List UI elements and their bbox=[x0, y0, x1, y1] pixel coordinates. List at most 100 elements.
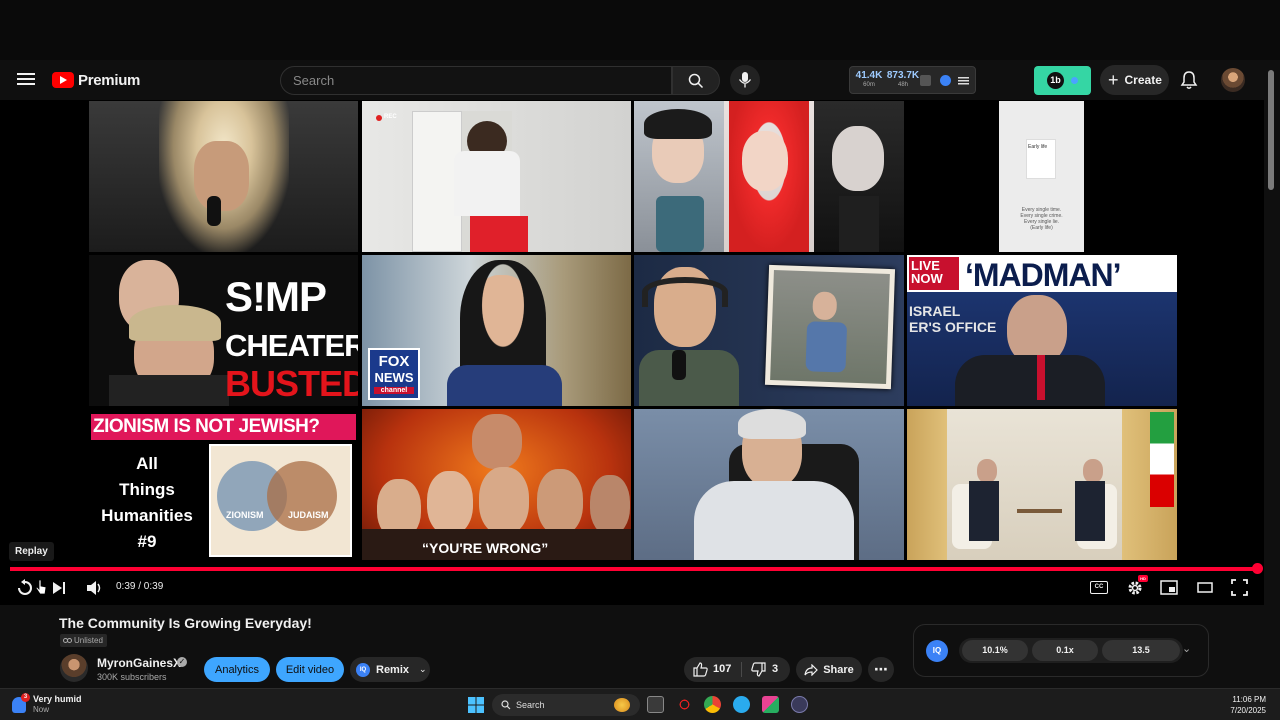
share-arrow-icon bbox=[804, 663, 819, 676]
channel-name[interactable]: MyronGainesX bbox=[97, 656, 181, 670]
vidiq-logo-icon: IQ bbox=[926, 640, 948, 662]
app-icon-red[interactable] bbox=[676, 696, 693, 713]
link-icon bbox=[63, 638, 72, 643]
score-chip-engagement[interactable]: 10.1% bbox=[962, 640, 1028, 661]
volume-icon[interactable] bbox=[86, 580, 103, 596]
microphone-icon bbox=[738, 72, 752, 88]
app-icon-purple[interactable] bbox=[791, 696, 808, 713]
time-display: 0:39 / 0:39 bbox=[116, 581, 164, 592]
status-dot-icon bbox=[1071, 77, 1078, 84]
share-button[interactable]: Share bbox=[796, 657, 862, 682]
chevron-down-icon[interactable]: ⌄ bbox=[419, 664, 427, 675]
system-clock[interactable]: 11:06 PM 7/20/2025 bbox=[1222, 694, 1266, 716]
windows-start-icon[interactable] bbox=[468, 697, 484, 713]
thumbs-up-icon[interactable] bbox=[693, 662, 708, 677]
taskbar-search-icon bbox=[501, 700, 511, 710]
replay-tooltip: Replay bbox=[9, 542, 54, 561]
live-now-badge: LIVE NOW bbox=[909, 257, 959, 290]
more-dots-icon: ⋯ bbox=[874, 661, 888, 677]
like-count[interactable]: 107 bbox=[713, 663, 731, 675]
video-player[interactable]: REC Early life Every single time. Every … bbox=[0, 100, 1264, 605]
next-video-icon[interactable] bbox=[52, 581, 66, 595]
thumbnail-three-faces bbox=[634, 101, 904, 252]
theater-mode-icon[interactable] bbox=[1197, 582, 1213, 593]
screen-top-bar bbox=[0, 0, 1280, 60]
vidiq-score-panel: IQ 10.1% 0.1x 13.5 ⌄ bbox=[913, 624, 1209, 677]
vidiq-icon: IQ bbox=[356, 662, 370, 677]
visibility-badge: Unlisted bbox=[60, 634, 107, 647]
replay-icon[interactable] bbox=[16, 579, 34, 597]
guide-menu-button[interactable] bbox=[14, 70, 38, 90]
search-input[interactable] bbox=[280, 66, 672, 95]
score-chip-views-per-hour[interactable]: 13.5 bbox=[1102, 640, 1180, 661]
create-label: Create bbox=[1124, 73, 1162, 87]
voice-search-button[interactable] bbox=[730, 65, 760, 95]
vidiq-stats-widget[interactable]: 41.4K 60m 873.7K 48h bbox=[849, 66, 976, 94]
edit-video-button[interactable]: Edit video bbox=[276, 657, 344, 682]
video-title: The Community Is Growing Everyday! bbox=[59, 615, 312, 631]
humanities-title: All Things Humanities #9 bbox=[101, 454, 193, 551]
thumbnail-madman-news: LIVE NOW ‘MADMAN’ ISRAEL ER'S OFFICE bbox=[907, 255, 1177, 406]
extension-badge-button[interactable]: 1b bbox=[1034, 66, 1091, 95]
thumbnail-two-men-interview bbox=[907, 409, 1177, 560]
thumbnail-fox-news-woman: FOX NEWS channel bbox=[362, 255, 631, 406]
page-scrollbar[interactable] bbox=[1266, 60, 1276, 688]
expand-chevron-icon[interactable]: ⌄ bbox=[1182, 642, 1191, 655]
notifications-bell-icon[interactable] bbox=[1180, 70, 1198, 90]
create-button[interactable]: + Create bbox=[1100, 65, 1169, 95]
miniplayer-icon[interactable] bbox=[1160, 580, 1178, 595]
thumbs-down-icon[interactable] bbox=[751, 662, 766, 677]
thumbnail-zionism-humanities: ZIONISM IS NOT JEWISH? All Things Humani… bbox=[89, 409, 358, 560]
thumbnail-office-man bbox=[634, 409, 904, 560]
channel-avatar[interactable] bbox=[60, 654, 88, 682]
clock-date: 7/20/2025 bbox=[1230, 706, 1266, 715]
weather-subtitle: Now bbox=[33, 705, 50, 714]
chart-icon[interactable] bbox=[920, 75, 931, 86]
account-avatar[interactable] bbox=[1221, 68, 1245, 92]
score-chip-multiplier[interactable]: 0.1x bbox=[1032, 640, 1098, 661]
search-button[interactable] bbox=[672, 66, 720, 95]
app-icon-multicolor[interactable] bbox=[762, 696, 779, 713]
task-view-icon[interactable] bbox=[647, 696, 664, 713]
more-actions-button[interactable]: ⋯ bbox=[868, 657, 894, 682]
mouse-cursor-icon bbox=[35, 579, 47, 595]
thumbnail-simp-cheater: S!MP CHEATER BUSTED bbox=[89, 255, 358, 406]
fox-news-logo: FOX NEWS channel bbox=[368, 348, 420, 400]
remix-button[interactable]: IQ Remix ⌄ bbox=[350, 657, 430, 682]
chrome-icon[interactable] bbox=[704, 696, 721, 713]
doc-lines: Every single time. Every single crime. E… bbox=[1020, 207, 1063, 231]
scrollbar-thumb[interactable] bbox=[1268, 70, 1274, 190]
thumbnail-youre-wrong: “YOU'RE WRONG” bbox=[362, 409, 631, 560]
weather-alert-badge: 3 bbox=[21, 693, 30, 702]
extension-logo-icon: 1b bbox=[1047, 72, 1064, 89]
verified-check-icon: ✓ bbox=[177, 657, 187, 667]
dislike-count[interactable]: 3 bbox=[772, 663, 778, 675]
progress-scrubber-handle[interactable] bbox=[1252, 563, 1263, 574]
masthead: Premium 41.4K 60m 873.7K 48h 1b + Create bbox=[0, 60, 1280, 100]
progress-bar[interactable] bbox=[10, 563, 1263, 574]
subtitles-button[interactable]: CC bbox=[1090, 581, 1108, 594]
fullscreen-icon[interactable] bbox=[1231, 579, 1248, 596]
search-highlight-icon bbox=[614, 698, 630, 712]
thumbnail-hallway-cam: REC bbox=[362, 101, 631, 252]
thumbnail-rock-singer bbox=[89, 101, 358, 252]
list-menu-icon[interactable] bbox=[958, 75, 969, 86]
plus-icon: + bbox=[1108, 70, 1119, 90]
analytics-button[interactable]: Analytics bbox=[204, 657, 270, 682]
taskbar-search-box[interactable]: Search bbox=[492, 694, 640, 716]
clock-time: 11:06 PM bbox=[1232, 695, 1266, 704]
telegram-icon[interactable] bbox=[733, 696, 750, 713]
hd-badge: HD bbox=[1138, 575, 1148, 582]
search-icon bbox=[688, 73, 704, 89]
like-divider bbox=[741, 662, 742, 677]
like-dislike-group: 107 3 bbox=[684, 657, 790, 682]
youtube-logo[interactable]: Premium bbox=[52, 70, 140, 90]
subscriber-count: 300K subscribers bbox=[97, 672, 167, 682]
vidiq-icon[interactable] bbox=[940, 75, 951, 86]
thumbnail-document-page: Early life Every single time. Every sing… bbox=[999, 101, 1084, 252]
windows-taskbar: 3 Very humid Now Search 11:06 PM 7/20/20… bbox=[0, 688, 1280, 720]
stat-60m: 41.4K 60m bbox=[855, 70, 883, 88]
stat-48h: 873.7K 48h bbox=[886, 70, 920, 88]
thumbnail-podcaster-photo bbox=[634, 255, 904, 406]
score-chip-bar: 10.1% 0.1x 13.5 bbox=[959, 638, 1183, 663]
